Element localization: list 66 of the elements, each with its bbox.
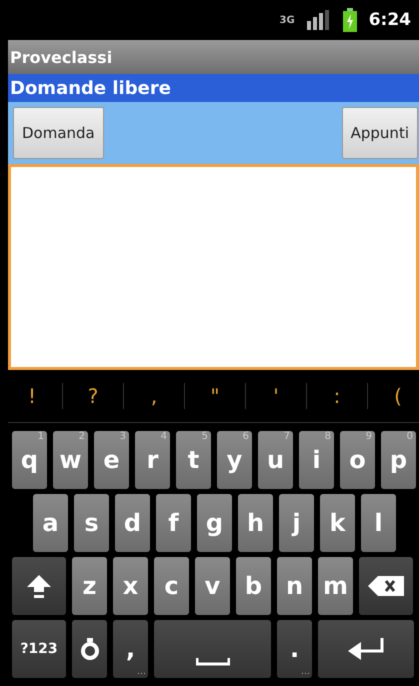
key-hint: 0: [406, 431, 413, 442]
space-bar-icon: [196, 658, 230, 666]
suggestion-item[interactable]: ": [191, 384, 239, 408]
letter-key[interactable]: h: [238, 494, 273, 552]
letter-key[interactable]: 1 q: [12, 431, 47, 489]
suggestion-item[interactable]: ?: [69, 384, 117, 408]
section-title: Domande libere: [10, 78, 171, 98]
battery-charging-icon: [342, 8, 357, 32]
letter-key[interactable]: l: [361, 494, 396, 552]
key-hint: 7: [284, 431, 290, 442]
suggestion-item[interactable]: ': [252, 384, 300, 408]
punctuation-key[interactable]: . …: [277, 620, 312, 678]
clock-time: 6:24: [368, 10, 411, 30]
letter-key[interactable]: 5 t: [176, 431, 211, 489]
suggestion-item[interactable]: :: [313, 384, 361, 408]
enter-arrow-icon: [346, 636, 386, 662]
key-hint: 6: [242, 431, 249, 442]
suggestion-item[interactable]: (: [374, 384, 419, 408]
key-hint: 2: [78, 431, 85, 442]
app-title: Proveclassi: [10, 48, 112, 66]
symbols-key[interactable]: ?123: [12, 620, 66, 678]
letter-key[interactable]: 6 y: [217, 431, 252, 489]
shift-arrow-icon: [26, 573, 52, 599]
letter-key[interactable]: 7 u: [258, 431, 293, 489]
letter-key[interactable]: 8 i: [299, 431, 334, 489]
letter-key[interactable]: b: [236, 557, 271, 615]
signal-icon: [306, 10, 331, 30]
key-hint: …: [137, 667, 146, 677]
key-hint: 8: [324, 431, 331, 442]
shift-key[interactable]: [12, 557, 66, 615]
settings-icon: [80, 638, 100, 660]
letter-key[interactable]: 4 r: [135, 431, 170, 489]
letter-key[interactable]: g: [197, 494, 232, 552]
letter-key[interactable]: x: [113, 557, 148, 615]
backspace-icon: [368, 576, 404, 596]
letter-key[interactable]: m: [318, 557, 353, 615]
suggestion-item[interactable]: !: [8, 384, 56, 408]
suggestion-item[interactable]: ,: [130, 384, 178, 408]
letter-key[interactable]: n: [277, 557, 312, 615]
letter-key[interactable]: k: [320, 494, 355, 552]
key-hint: 3: [120, 431, 126, 442]
letter-key[interactable]: d: [115, 494, 150, 552]
letter-key[interactable]: 2 w: [53, 431, 88, 489]
key-hint: 9: [366, 431, 372, 442]
punctuation-key[interactable]: , …: [113, 620, 148, 678]
letter-key[interactable]: v: [195, 557, 230, 615]
letter-key[interactable]: f: [156, 494, 191, 552]
letter-key[interactable]: s: [74, 494, 109, 552]
text-input-area[interactable]: [8, 164, 419, 370]
key-hint: …: [301, 667, 310, 677]
key-hint: 5: [202, 431, 208, 442]
letter-key[interactable]: z: [72, 557, 107, 615]
key-hint: 4: [160, 431, 167, 442]
action-button[interactable]: Appunti: [342, 107, 418, 159]
letter-key[interactable]: c: [154, 557, 189, 615]
letter-key[interactable]: 9 o: [340, 431, 375, 489]
letter-key[interactable]: a: [33, 494, 68, 552]
key-hint: 1: [38, 431, 44, 442]
enter-key[interactable]: [318, 620, 414, 678]
settings-key[interactable]: [72, 620, 107, 678]
letter-key[interactable]: j: [279, 494, 314, 552]
network-type-label: 3G: [280, 14, 295, 26]
backspace-key[interactable]: [359, 557, 413, 615]
letter-key[interactable]: 3 e: [94, 431, 129, 489]
action-button[interactable]: Domanda: [13, 107, 104, 159]
letter-key[interactable]: 0 p: [381, 431, 416, 489]
